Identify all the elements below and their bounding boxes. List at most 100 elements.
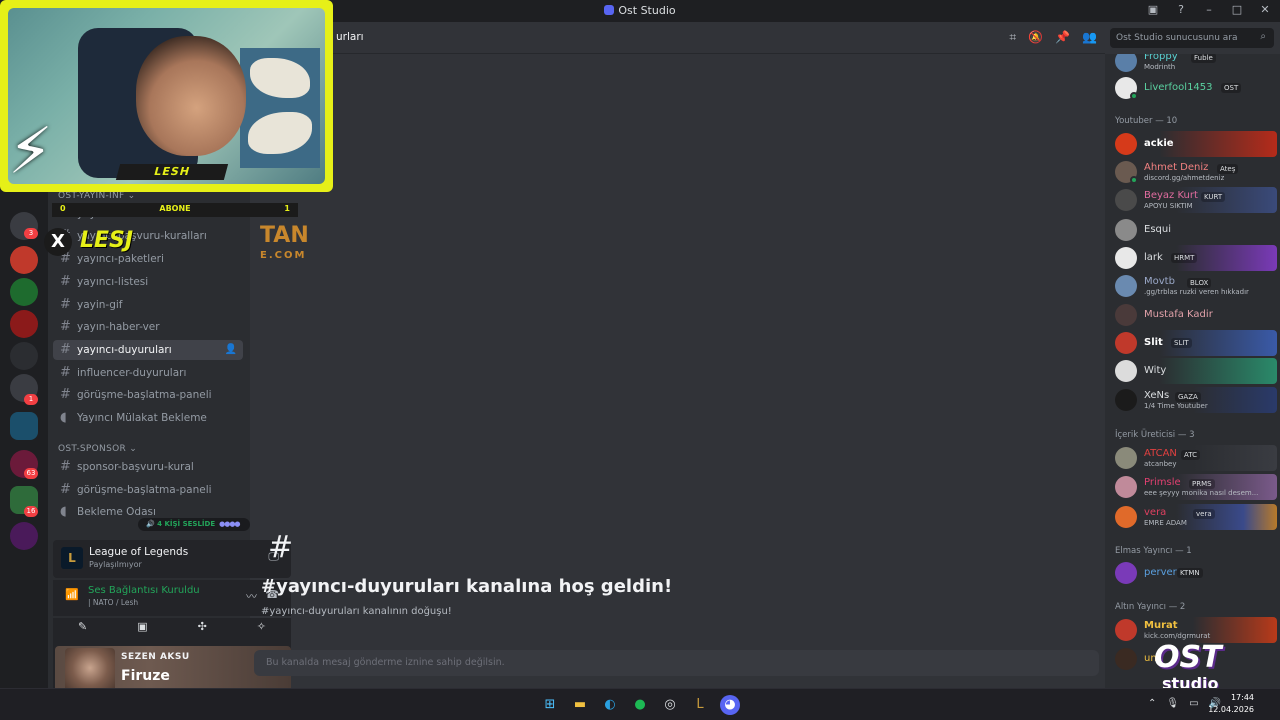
clock[interactable]: 17:44 12.04.2026 [1208,692,1254,716]
member-item[interactable]: Beyaz Kurt KURT APOYU SIKTIM [1109,187,1277,213]
member-item[interactable]: Froppy Fuble Modrinth [1109,54,1277,74]
member-name: ATCAN [1144,448,1177,459]
member-list-icon[interactable]: 👥 [1082,30,1097,45]
windows-taskbar: ⊞ ▬ ◐ ● ◎ L ◕ ⌃ 🎙 ▭ 🔊 17:44 12.04.2026 [0,688,1280,720]
cam-name-label: LESH [115,164,229,180]
maximize-button[interactable]: □ [1230,3,1244,16]
server-icon[interactable] [10,522,38,550]
voice-controls: ✎ ▣ ✣ ✧ [53,620,291,633]
member-tag: OST [1221,83,1242,93]
member-tag: GAZA [1175,392,1201,402]
member-item[interactable]: ATCAN ATC atcanbey [1109,445,1277,471]
member-name: Primsle [1144,477,1181,488]
help-icon[interactable]: ? [1174,3,1188,16]
file-explorer-icon[interactable]: ▬ [570,695,590,715]
server-logo-icon [604,5,615,15]
discord-icon[interactable]: ◕ [720,695,740,715]
member-name: Beyaz Kurt [1144,190,1198,201]
signal-icon: 📶 [65,588,79,601]
search-input[interactable] [1116,31,1254,45]
member-name: Wity [1144,365,1167,376]
hash-icon: # [60,342,71,357]
avatar [1115,189,1137,211]
member-item[interactable]: Primsle PRMS eee şeyyy monika nasıl dese… [1109,474,1277,500]
window-controls: ▣ ? – □ ✕ [1146,3,1272,16]
spotify-icon[interactable]: ● [630,695,650,715]
brand-main: OST [1154,640,1222,675]
minimize-button[interactable]: – [1202,3,1216,16]
hash-icon: # [60,482,71,497]
voice-count-pill[interactable]: 🔊 4 KİŞİ SESLİDE ●●●● [138,518,250,531]
channel-item-active[interactable]: # yayıncı-duyuruları 👤 [53,340,243,360]
stage-channel-item[interactable]: ◖ Yayıncı Mülakat Bekleme [53,408,243,428]
add-user-icon[interactable]: 👤 [225,340,237,360]
member-item[interactable]: lark HRMT [1109,245,1277,271]
threads-icon[interactable]: ⌗ [1009,30,1016,45]
channel-item[interactable]: # görüşme-başlatma-paneli [53,480,243,500]
member-item[interactable]: perver KTMN [1109,560,1277,586]
activities-icon[interactable]: ✣ [198,620,207,633]
member-item[interactable]: Movtb BLOX .gg/trblas ruzki veren hıkkad… [1109,273,1277,299]
member-item[interactable]: XeNs GAZA 1/4 Time Youtuber [1109,387,1277,413]
channel-item[interactable]: # yayin-gif [53,295,243,315]
member-name: Ahmet Deniz [1144,162,1209,173]
member-tag: BLOX [1187,278,1212,288]
member-name: XeNs [1144,390,1170,401]
noise-suppression-icon[interactable]: 〰 [246,588,257,604]
member-name: Murat [1144,620,1178,631]
soundboard-icon[interactable]: ✧ [257,620,266,633]
windows-start-icon[interactable]: ⊞ [540,695,560,715]
member-item[interactable]: ackie [1109,131,1277,157]
member-item[interactable]: Wity [1109,358,1277,384]
member-name: Esqui [1144,224,1171,235]
category-header[interactable]: OST-YAYIN-INF ⌄ [58,191,136,201]
avatar [1115,133,1137,155]
server-folder-icon[interactable] [10,412,38,440]
hash-icon: # [60,274,71,289]
screen-share-icon[interactable]: ▣ [137,620,147,633]
channel-item[interactable]: # influencer-duyuruları [53,363,243,383]
member-item[interactable]: Liverfool1453 OST [1109,75,1277,101]
league-client-icon[interactable]: L [690,695,710,715]
avatar [1115,562,1137,584]
webcam-overlay: ⚡ LESH [0,0,333,192]
server-icon[interactable] [10,310,38,338]
chevron-up-icon[interactable]: ⌃ [1148,698,1156,709]
close-button[interactable]: ✕ [1258,3,1272,16]
channel-item[interactable]: # görüşme-başlatma-paneli [53,385,243,405]
member-item[interactable]: Esqui [1109,217,1277,243]
camera-icon[interactable]: ✎ [78,620,87,633]
member-status-text: 1/4 Time Youtuber [1144,402,1208,410]
network-icon[interactable]: ▭ [1189,698,1198,709]
channel-item[interactable]: # yayıncı-listesi [53,272,243,292]
member-item[interactable]: vera vera EMRE ADAM [1109,504,1277,530]
avatar [1115,219,1137,241]
notifications-muted-icon[interactable]: 🔕 [1028,30,1043,45]
mention-badge: 3 [24,228,38,239]
server-search[interactable]: ⌕ [1110,28,1274,48]
hash-icon: # [60,297,71,312]
server-icon[interactable] [10,342,38,370]
microphone-icon[interactable]: 🎙 [1166,698,1179,709]
hash-icon: # [60,459,71,474]
now-playing-artist: SEZEN AKSU [121,652,190,662]
voice-channel-name[interactable]: | NATO / Lesh [88,598,138,607]
channel-item[interactable]: # sponsor-başvuru-kural [53,457,243,477]
member-item[interactable]: Mustafa Kadir [1109,302,1277,328]
channel-item[interactable]: # yayın-haber-ver [53,317,243,337]
inbox-icon[interactable]: ▣ [1146,3,1160,16]
webcam-feed [8,8,325,184]
member-item[interactable]: Slit SLIT [1109,330,1277,356]
server-icon[interactable] [10,278,38,306]
edge-icon[interactable]: ◐ [600,695,620,715]
lightning-bolt-icon: ⚡ [8,115,53,189]
mention-badge: 16 [24,506,38,517]
member-tag: PRMS [1189,479,1215,489]
pinned-icon[interactable]: 📌 [1055,30,1070,45]
member-item[interactable]: Ahmet Deniz Ateş discord.gg/ahmetdeniz [1109,159,1277,185]
category-header[interactable]: OST-SPONSOR ⌄ [58,444,137,454]
member-status-text: eee şeyyy monika nasıl desem... [1144,489,1259,497]
member-group-header: Altın Yayıncı — 2 [1115,602,1186,612]
server-icon[interactable] [10,246,38,274]
obs-icon[interactable]: ◎ [660,695,680,715]
